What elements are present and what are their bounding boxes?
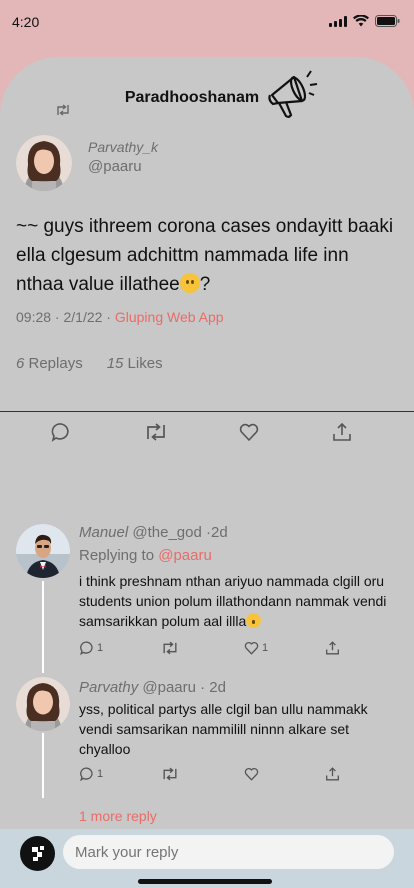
status-bar: 4:20: [0, 0, 414, 44]
comment-icon: [80, 767, 93, 782]
post-source-app[interactable]: Gluping Web App: [115, 309, 224, 325]
comment-icon: [80, 641, 93, 656]
heart-icon: [244, 641, 259, 655]
reply-share-button[interactable]: [324, 640, 341, 656]
reply-author-name: Parvathy: [79, 679, 139, 696]
reply-retweet-button[interactable]: [161, 640, 179, 656]
reply-author-name: Manuel: [79, 524, 129, 541]
likes-count: 15: [106, 355, 124, 372]
reply-input[interactable]: [63, 835, 394, 869]
replying-to: Replying to @paaru: [79, 547, 212, 564]
megaphone-icon: [266, 65, 322, 126]
comment-count: 1: [97, 642, 104, 654]
post-author-name[interactable]: Parvathy_k: [88, 139, 158, 155]
post-actions: [0, 421, 414, 445]
heart-icon[interactable]: [238, 421, 260, 448]
signal-icon: [329, 15, 347, 27]
retweet-icon[interactable]: [144, 421, 168, 448]
share-icon[interactable]: [331, 421, 353, 448]
like-count: 1: [262, 642, 269, 654]
thread-line: [42, 733, 44, 798]
avatar[interactable]: [16, 135, 72, 191]
post-timestamp: 09:28 · 2/1/22 ·: [16, 309, 115, 325]
more-replies-link[interactable]: 1 more reply: [79, 808, 157, 824]
share-icon: [326, 641, 339, 655]
likes-label: Likes: [123, 355, 163, 372]
divider: [0, 411, 414, 412]
reply-handle-time: @paaru · 2d: [138, 679, 226, 696]
sad-face-emoji-icon: [246, 613, 262, 628]
avatar[interactable]: [16, 524, 70, 578]
app-logo-icon[interactable]: [20, 836, 55, 871]
reply-author[interactable]: Parvathy @paaru · 2d: [79, 679, 226, 696]
reply-text-body: i think preshnam nthan ariyuo nammada cl…: [79, 573, 387, 629]
reply-composer-bar: [0, 829, 414, 888]
status-time: 4:20: [12, 14, 40, 30]
post-meta: 09:28 · 2/1/22 · Gluping Web App: [16, 309, 224, 325]
post-author-handle[interactable]: @paaru: [88, 158, 142, 175]
post-text: ~~ guys ithreem corona cases ondayitt ba…: [16, 212, 401, 299]
reply-like-button[interactable]: [243, 766, 260, 782]
reply-text: yss, political partys alle clgil ban ull…: [79, 701, 368, 757]
reply-share-button[interactable]: [324, 766, 341, 782]
avatar[interactable]: [16, 677, 70, 731]
reply-actions: 1 1: [79, 640, 349, 660]
tweet-card: Paradhooshanam Parvathy_k @paaru ~~ guys…: [0, 57, 414, 888]
neutral-face-emoji-icon: [179, 273, 200, 293]
replying-to-label: Replying to: [79, 547, 159, 564]
comment-icon[interactable]: [50, 421, 72, 448]
reply-text: i think preshnam nthan ariyuo nammada cl…: [79, 571, 399, 631]
replying-to-handle[interactable]: @paaru: [158, 547, 212, 564]
replies-label: Replays: [24, 355, 83, 372]
page-title: Paradhooshanam: [124, 89, 260, 106]
status-icons: [329, 15, 400, 27]
likes-stat[interactable]: 15 Likes: [107, 355, 163, 372]
reply-retweet-button[interactable]: [161, 766, 179, 782]
battery-icon: [375, 15, 400, 27]
reply-comment-button[interactable]: 1: [79, 640, 103, 656]
comment-count: 1: [97, 768, 104, 780]
replies-stat[interactable]: 6 Replays: [16, 355, 83, 372]
reply-author[interactable]: Manuel @the_god ·2d: [79, 524, 228, 541]
retweet-icon: [163, 641, 177, 655]
reply-handle-time: @the_god ·2d: [128, 524, 228, 541]
home-indicator: [138, 879, 272, 884]
post-text-end: ?: [199, 274, 211, 295]
thread-line: [42, 581, 44, 673]
reply-like-button[interactable]: 1: [243, 640, 268, 656]
share-icon: [326, 767, 339, 781]
retweet-icon: [163, 767, 177, 781]
reply-actions: 1: [79, 766, 349, 786]
wifi-icon: [353, 15, 369, 27]
heart-icon: [244, 767, 259, 781]
post-stats: 6 Replays 15 Likes: [16, 355, 163, 372]
reply-comment-button[interactable]: 1: [79, 766, 103, 782]
